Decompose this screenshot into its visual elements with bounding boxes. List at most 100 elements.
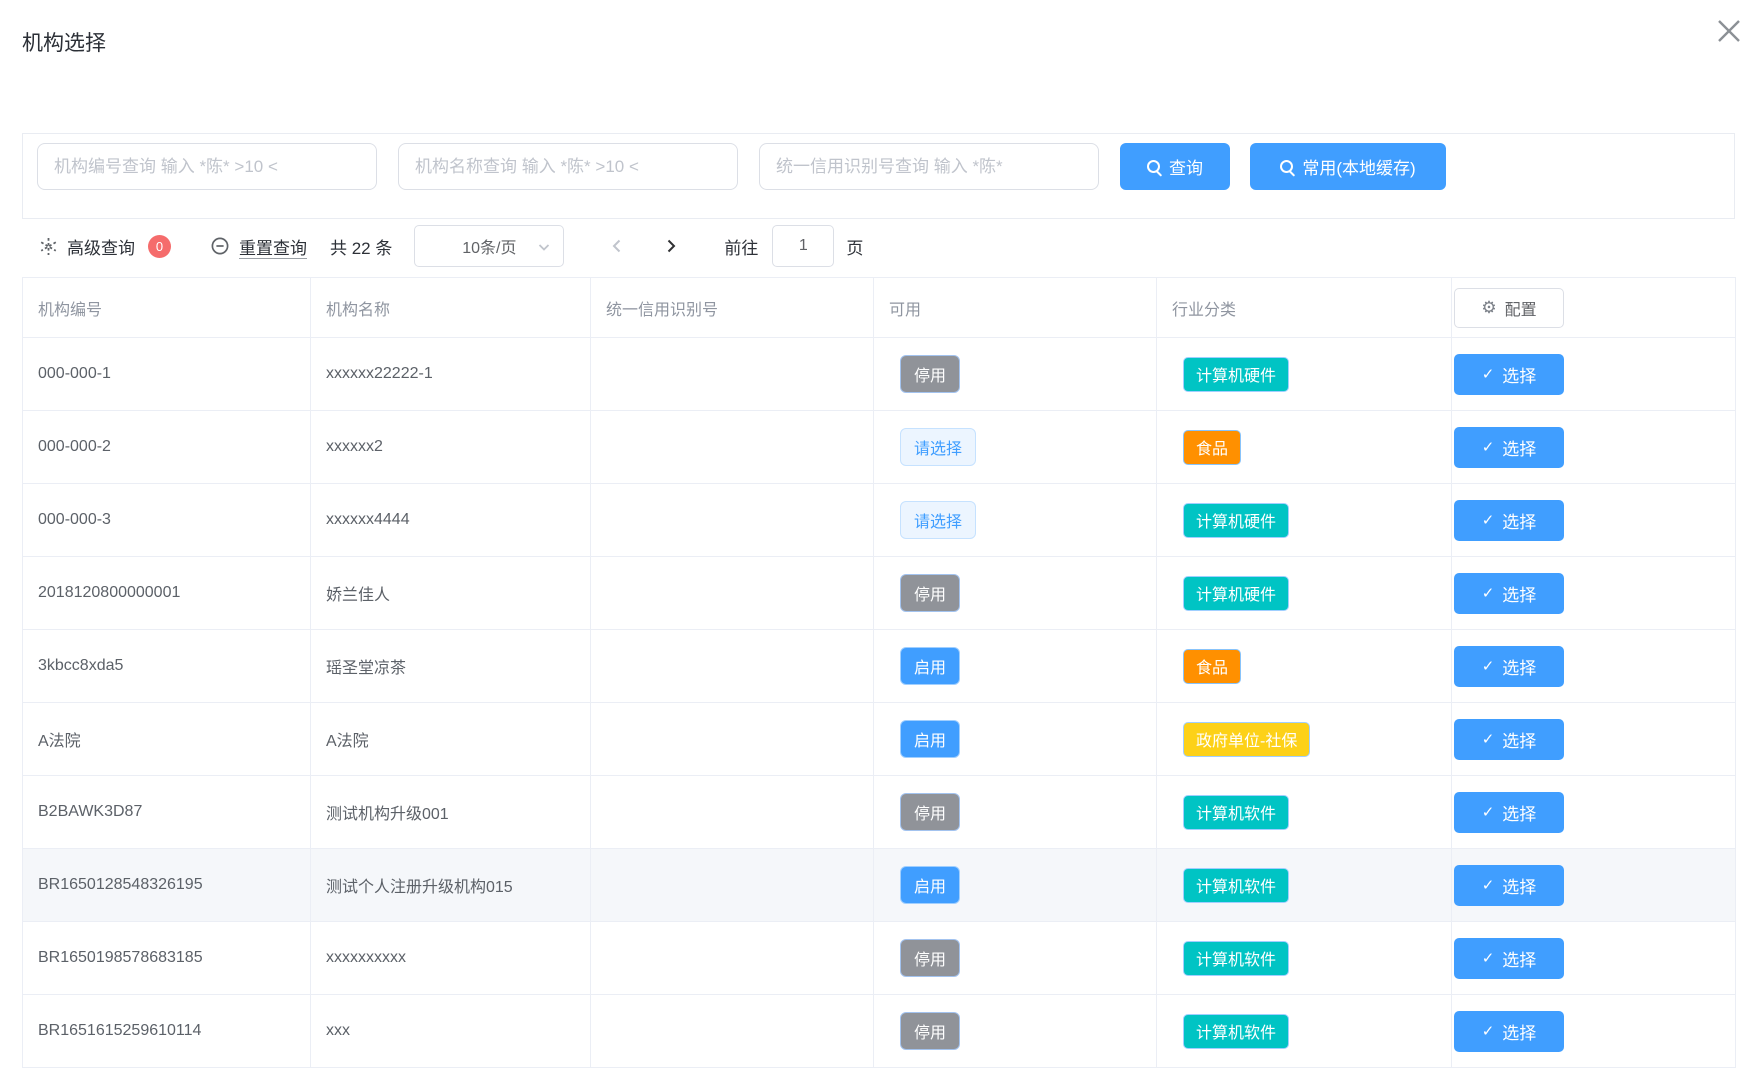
- goto-page-label: 前往: [724, 234, 758, 259]
- org-code-cell: 000-000-3: [23, 484, 311, 557]
- select-button[interactable]: ✓ 选择: [1454, 865, 1564, 906]
- org-name-cell: A法院: [311, 703, 591, 776]
- industry-tag[interactable]: 计算机软件: [1183, 795, 1289, 830]
- gear-icon: ⚙: [1481, 298, 1496, 318]
- config-button[interactable]: ⚙ 配置: [1454, 288, 1564, 328]
- select-button-label: 选择: [1502, 946, 1536, 971]
- goto-page-input[interactable]: [772, 225, 834, 267]
- industry-tag[interactable]: 计算机硬件: [1183, 503, 1289, 538]
- search-panel: 查询 常用(本地缓存): [22, 133, 1735, 219]
- industry-tag[interactable]: 计算机软件: [1183, 941, 1289, 976]
- check-icon: ✓: [1482, 1022, 1495, 1040]
- query-button-label: 查询: [1169, 154, 1203, 179]
- select-button[interactable]: ✓ 选择: [1454, 792, 1564, 833]
- status-cell: 启用: [874, 849, 1157, 922]
- industry-tag[interactable]: 食品: [1183, 649, 1241, 684]
- industry-cell: 计算机软件: [1157, 995, 1452, 1068]
- status-badge[interactable]: 停用: [900, 355, 960, 393]
- org-name-cell: 瑶圣堂凉茶: [311, 630, 591, 703]
- header-industry: 行业分类: [1157, 278, 1452, 338]
- advanced-query-badge: 0: [148, 235, 171, 258]
- check-icon: ✓: [1482, 438, 1495, 456]
- status-badge[interactable]: 启用: [900, 647, 960, 685]
- org-code-cell: BR1650198578683185: [23, 922, 311, 995]
- select-button-label: 选择: [1502, 873, 1536, 898]
- close-button[interactable]: [1709, 12, 1749, 52]
- credit-code-cell: [591, 338, 874, 411]
- org-name-search-input[interactable]: [398, 143, 738, 190]
- advanced-query-button[interactable]: 高级查询 0: [39, 234, 171, 259]
- status-badge[interactable]: 停用: [900, 574, 960, 612]
- industry-cell: 计算机硬件: [1157, 338, 1452, 411]
- check-icon: ✓: [1482, 730, 1495, 748]
- status-badge[interactable]: 请选择: [900, 428, 976, 466]
- favorites-button[interactable]: 常用(本地缓存): [1250, 143, 1446, 190]
- page-size-select[interactable]: 10条/页: [414, 225, 564, 267]
- credit-code-cell: [591, 630, 874, 703]
- check-icon: ✓: [1482, 949, 1495, 967]
- table-header-row: 机构编号 机构名称 统一信用识别号 可用 行业分类 ⚙ 配置: [23, 278, 1736, 338]
- industry-cell: 食品: [1157, 630, 1452, 703]
- select-button[interactable]: ✓ 选择: [1454, 354, 1564, 395]
- credit-code-cell: [591, 484, 874, 557]
- credit-code-search-input[interactable]: [759, 143, 1099, 190]
- industry-tag[interactable]: 食品: [1183, 430, 1241, 465]
- select-button[interactable]: ✓ 选择: [1454, 427, 1564, 468]
- check-icon: ✓: [1482, 876, 1495, 894]
- industry-tag[interactable]: 计算机硬件: [1183, 357, 1289, 392]
- query-button[interactable]: 查询: [1120, 143, 1230, 190]
- status-badge[interactable]: 启用: [900, 720, 960, 758]
- org-code-cell: 3kbcc8xda5: [23, 630, 311, 703]
- action-cell: ✓ 选择: [1452, 703, 1736, 776]
- status-badge[interactable]: 停用: [900, 1012, 960, 1050]
- action-cell: ✓ 选择: [1452, 922, 1736, 995]
- table-row: 3kbcc8xda5 瑶圣堂凉茶 启用 食品 ✓ 选择: [23, 630, 1736, 703]
- action-cell: ✓ 选择: [1452, 484, 1736, 557]
- circle-minus-icon: [210, 236, 230, 256]
- chevron-right-icon: [662, 237, 680, 255]
- industry-tag[interactable]: 计算机硬件: [1183, 576, 1289, 611]
- prev-page-button[interactable]: [608, 237, 626, 255]
- select-button[interactable]: ✓ 选择: [1454, 500, 1564, 541]
- select-button[interactable]: ✓ 选择: [1454, 573, 1564, 614]
- status-cell: 请选择: [874, 484, 1157, 557]
- table-row: BR1650198578683185 xxxxxxxxxx 停用 计算机软件 ✓…: [23, 922, 1736, 995]
- org-code-cell: 2018120800000001: [23, 557, 311, 630]
- select-button-label: 选择: [1502, 654, 1536, 679]
- select-button-label: 选择: [1502, 800, 1536, 825]
- next-page-button[interactable]: [662, 237, 680, 255]
- select-button[interactable]: ✓ 选择: [1454, 1011, 1564, 1052]
- industry-cell: 政府单位-社保: [1157, 703, 1452, 776]
- status-badge[interactable]: 请选择: [900, 501, 976, 539]
- config-button-label: 配置: [1505, 296, 1537, 320]
- select-button[interactable]: ✓ 选择: [1454, 719, 1564, 760]
- status-badge[interactable]: 停用: [900, 793, 960, 831]
- industry-tag[interactable]: 计算机软件: [1183, 1014, 1289, 1049]
- org-select-modal: 机构选择 查询 常用(本地缓存) 高级查询: [0, 0, 1757, 1089]
- org-code-search-input[interactable]: [37, 143, 377, 190]
- action-cell: ✓ 选择: [1452, 995, 1736, 1068]
- table-row: 000-000-1 xxxxxx22222-1 停用 计算机硬件 ✓ 选择: [23, 338, 1736, 411]
- select-button[interactable]: ✓ 选择: [1454, 938, 1564, 979]
- org-code-cell: A法院: [23, 703, 311, 776]
- credit-code-cell: [591, 411, 874, 484]
- org-name-cell: xxx: [311, 995, 591, 1068]
- select-button[interactable]: ✓ 选择: [1454, 646, 1564, 687]
- industry-tag[interactable]: 计算机软件: [1183, 868, 1289, 903]
- credit-code-cell: [591, 557, 874, 630]
- org-name-cell: 测试个人注册升级机构015: [311, 849, 591, 922]
- status-cell: 停用: [874, 995, 1157, 1068]
- industry-tag[interactable]: 政府单位-社保: [1183, 722, 1310, 757]
- status-badge[interactable]: 停用: [900, 939, 960, 977]
- toolbar: 高级查询 0 重置查询 共 22 条 10条/页: [22, 225, 1735, 267]
- status-badge[interactable]: 启用: [900, 866, 960, 904]
- table-row: BR1651615259610114 xxx 停用 计算机软件 ✓ 选择: [23, 995, 1736, 1068]
- select-button-label: 选择: [1502, 1019, 1536, 1044]
- reset-query-button[interactable]: 重置查询: [210, 234, 307, 259]
- status-cell: 启用: [874, 630, 1157, 703]
- credit-code-cell: [591, 776, 874, 849]
- check-icon: ✓: [1482, 365, 1495, 383]
- chevron-left-icon: [608, 237, 626, 255]
- table-row: BR1650128548326195 测试个人注册升级机构015 启用 计算机软…: [23, 849, 1736, 922]
- industry-cell: 食品: [1157, 411, 1452, 484]
